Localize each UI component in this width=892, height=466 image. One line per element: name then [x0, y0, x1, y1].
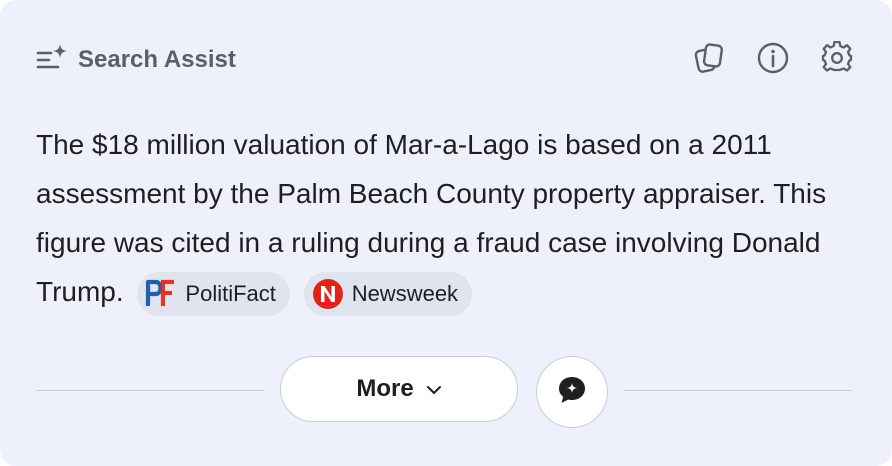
info-button[interactable] — [754, 41, 792, 79]
info-icon — [756, 41, 790, 80]
more-button[interactable]: More — [280, 356, 518, 422]
divider-right — [624, 390, 852, 391]
sparkle-list-icon — [36, 42, 70, 79]
search-assist-header: Search Assist — [36, 40, 856, 80]
search-assist-title: Search Assist — [36, 42, 236, 79]
source-chip-newsweek[interactable]: Newsweek — [303, 271, 473, 316]
politifact-logo — [145, 279, 177, 309]
answer-text-block: The $18 million valuation of Mar-a-Lago … — [36, 120, 856, 316]
source-label-newsweek: Newsweek — [351, 280, 459, 306]
copy-button[interactable] — [690, 41, 728, 79]
newsweek-logo — [312, 278, 344, 310]
search-assist-footer: More — [36, 356, 852, 428]
more-button-label: More — [356, 375, 414, 402]
settings-button[interactable] — [818, 40, 856, 80]
chat-bubble-icon — [555, 373, 589, 412]
source-chip-politifact[interactable]: PolitiFact — [137, 271, 290, 316]
search-assist-card: Search Assist The $18 million valuation … — [0, 0, 892, 466]
chat-button[interactable] — [536, 356, 608, 428]
divider-left — [36, 390, 264, 391]
copy-icon — [692, 41, 726, 80]
chevron-down-icon — [426, 375, 442, 403]
search-assist-title-text: Search Assist — [78, 46, 236, 73]
gear-icon — [820, 40, 854, 80]
header-actions — [690, 40, 856, 80]
source-label-politifact: PolitiFact — [185, 280, 276, 306]
